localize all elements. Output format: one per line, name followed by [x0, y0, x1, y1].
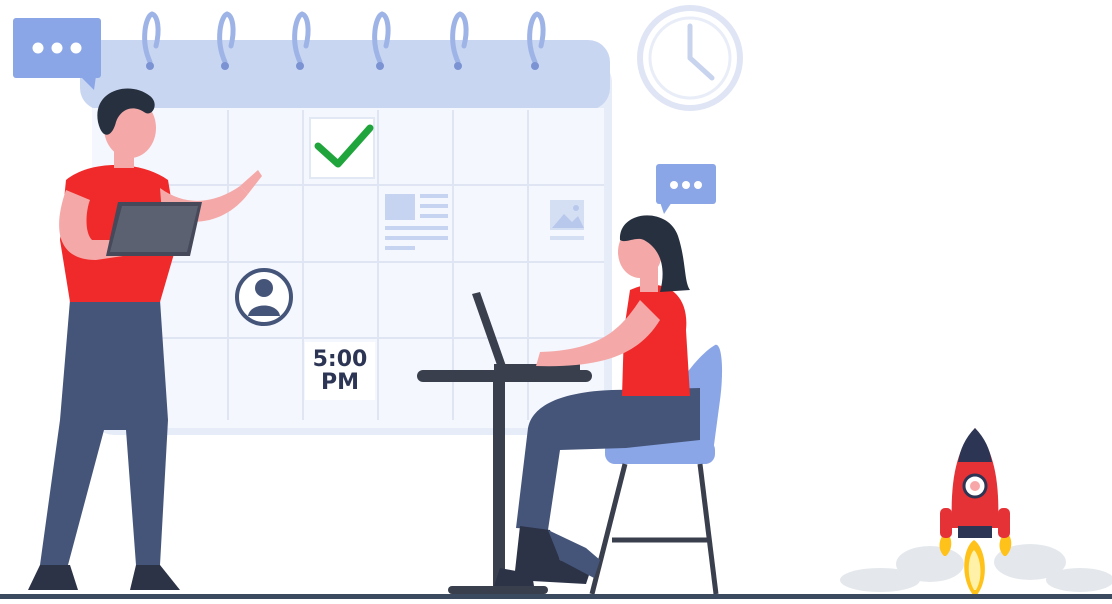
- chat-bubble-icon: [656, 164, 716, 214]
- time-tag-period: PM: [320, 370, 360, 395]
- rocket-icon: [840, 428, 1112, 596]
- illustration-canvas: [13, 5, 1112, 596]
- scheduling-illustration: 5:00 PM: [0, 0, 1112, 599]
- checkmark-icon: [309, 117, 375, 179]
- time-tag-time: 5:00: [312, 347, 368, 372]
- clock-icon: [637, 5, 743, 111]
- bottom-bar: [0, 594, 1112, 599]
- tablet-icon: [106, 202, 202, 256]
- time-tag: 5:00 PM: [305, 342, 375, 400]
- chat-bubble-icon: [13, 18, 101, 90]
- user-avatar-icon: [235, 268, 293, 326]
